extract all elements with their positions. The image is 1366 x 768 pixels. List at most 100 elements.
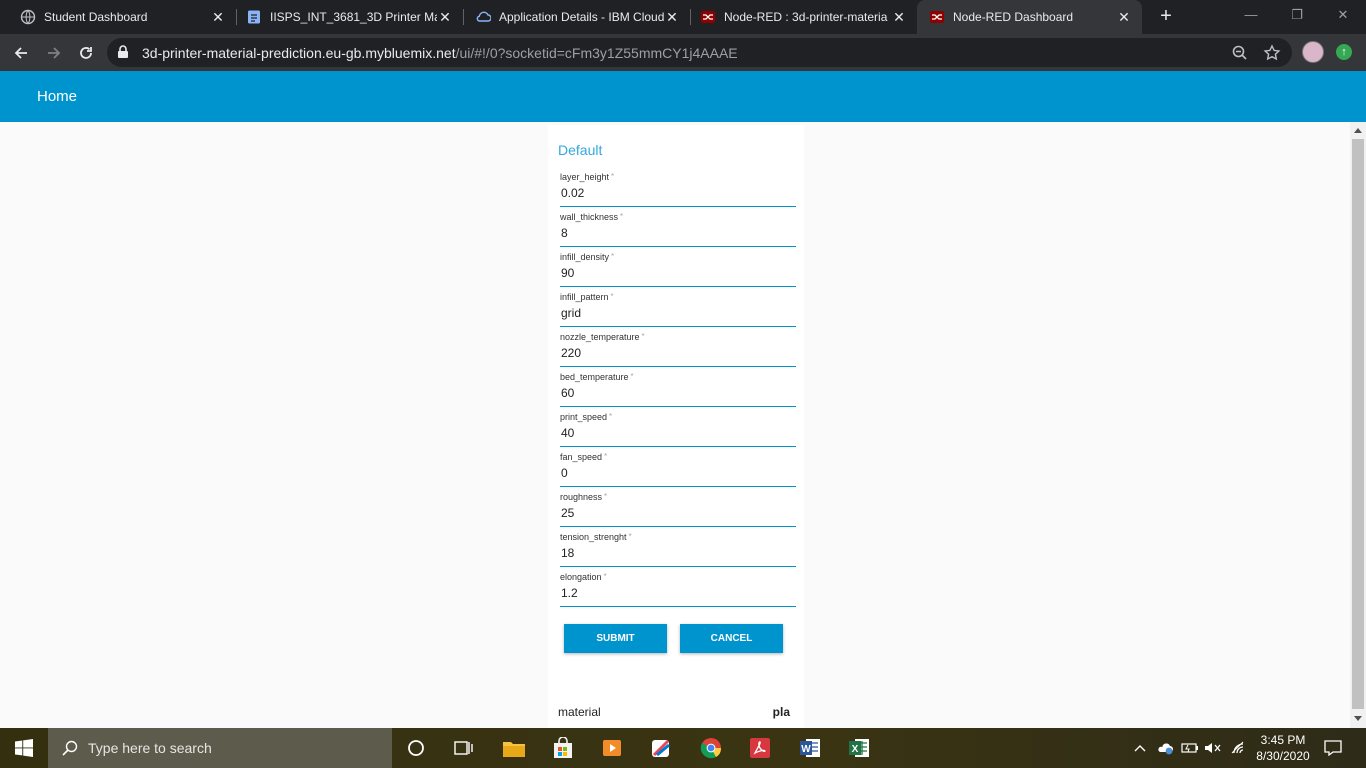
minimize-button[interactable]: — <box>1228 0 1274 34</box>
media-player-icon[interactable] <box>598 734 626 762</box>
acrobat-icon[interactable] <box>746 734 774 762</box>
chrome-icon[interactable] <box>697 734 725 762</box>
nozzle-temperature-input[interactable]: 220 <box>561 346 581 360</box>
elongation-input[interactable]: 1.2 <box>561 586 578 600</box>
tab-iisps[interactable]: IISPS_INT_3681_3D Printer Mat ✕ <box>236 0 463 34</box>
wifi-icon[interactable] <box>1230 728 1246 768</box>
svg-text:W: W <box>801 744 811 755</box>
back-button[interactable] <box>7 39 35 67</box>
clock-time: 3:45 PM <box>1260 733 1306 747</box>
infill-density-input[interactable]: 90 <box>561 266 574 280</box>
scroll-down-arrow-icon[interactable] <box>1354 716 1362 721</box>
new-tab-button[interactable]: + <box>1154 4 1178 28</box>
layer-height-input[interactable]: 0.02 <box>561 186 584 200</box>
restore-button[interactable]: ❐ <box>1274 0 1320 34</box>
fan-speed-input[interactable]: 0 <box>561 466 568 480</box>
close-tab-icon[interactable]: ✕ <box>664 9 680 26</box>
excel-icon[interactable]: X <box>845 734 873 762</box>
field-label: nozzle_temperature * <box>560 332 645 342</box>
taskbar-clock[interactable]: 3:45 PM 8/30/2020 <box>1248 732 1318 764</box>
field-label: infill_density * <box>560 252 615 262</box>
word-icon[interactable]: W <box>796 734 824 762</box>
windows-logo-icon <box>15 739 33 757</box>
output-label: material <box>558 705 601 719</box>
profile-avatar[interactable] <box>1302 41 1324 63</box>
document-icon <box>246 9 262 25</box>
tab-title: Application Details - IBM Cloud <box>499 10 664 24</box>
bookmark-star-icon[interactable] <box>1263 44 1281 62</box>
field-bed-temperature[interactable]: bed_temperature * 60 <box>560 367 796 407</box>
paint-3d-icon[interactable] <box>647 734 675 762</box>
bed-temperature-input[interactable]: 60 <box>561 386 574 400</box>
field-elongation[interactable]: elongation * 1.2 <box>560 567 796 607</box>
submit-button[interactable]: SUBMIT <box>564 624 667 653</box>
cortana-icon[interactable] <box>402 734 430 762</box>
svg-text:X: X <box>852 744 859 755</box>
cancel-button[interactable]: CANCEL <box>680 624 783 653</box>
tab-node-red-editor[interactable]: Node-RED : 3d-printer-materia ✕ <box>690 0 917 34</box>
url-path: /ui/#!/0?socketid=cFm3y1Z55mmCY1j4AAAE <box>455 45 738 61</box>
battery-icon[interactable] <box>1181 728 1199 768</box>
field-label: tension_strenght * <box>560 532 632 542</box>
roughness-input[interactable]: 25 <box>561 506 574 520</box>
output-value: pla <box>772 705 790 719</box>
reload-button[interactable] <box>72 39 100 67</box>
tab-student-dashboard[interactable]: Student Dashboard ✕ <box>0 0 236 34</box>
field-label: wall_thickness * <box>560 212 624 222</box>
tab-ibm-cloud[interactable]: Application Details - IBM Cloud ✕ <box>463 0 690 34</box>
clock-date: 8/30/2020 <box>1256 749 1310 763</box>
search-placeholder: Type here to search <box>88 740 212 756</box>
field-infill-pattern[interactable]: infill_pattern * grid <box>560 287 796 327</box>
show-hidden-icons-icon[interactable] <box>1134 728 1146 768</box>
close-tab-icon[interactable]: ✕ <box>891 9 907 26</box>
close-tab-icon[interactable]: ✕ <box>1116 9 1132 26</box>
field-label: elongation * <box>560 572 607 582</box>
onedrive-sync-icon[interactable] <box>1156 728 1174 768</box>
field-tension-strenght[interactable]: tension_strenght * 18 <box>560 527 796 567</box>
field-label: layer_height * <box>560 172 615 182</box>
globe-icon <box>20 9 36 25</box>
tab-node-red-dashboard[interactable]: Node-RED Dashboard ✕ <box>917 0 1142 34</box>
search-icon <box>62 740 78 756</box>
field-nozzle-temperature[interactable]: nozzle_temperature * 220 <box>560 327 796 367</box>
volume-muted-icon[interactable] <box>1204 728 1222 768</box>
lock-icon[interactable] <box>117 45 129 59</box>
field-label: infill_pattern * <box>560 292 614 302</box>
field-print-speed[interactable]: print_speed * 40 <box>560 407 796 447</box>
field-roughness[interactable]: roughness * 25 <box>560 487 796 527</box>
start-button[interactable] <box>0 728 48 768</box>
update-icon[interactable]: ↑ <box>1336 44 1352 60</box>
field-wall-thickness[interactable]: wall_thickness * 8 <box>560 207 796 247</box>
arrow-right-icon <box>48 47 61 59</box>
forward-button[interactable] <box>40 39 68 67</box>
field-fan-speed[interactable]: fan_speed * 0 <box>560 447 796 487</box>
infill-pattern-input[interactable]: grid <box>561 306 581 320</box>
scroll-up-arrow-icon[interactable] <box>1354 128 1362 133</box>
field-label: fan_speed * <box>560 452 608 462</box>
arrow-left-icon <box>14 47 27 59</box>
field-layer-height[interactable]: layer_height * 0.02 <box>560 167 796 207</box>
scrollbar-thumb[interactable] <box>1352 139 1364 709</box>
file-explorer-icon[interactable] <box>500 734 528 762</box>
print-speed-input[interactable]: 40 <box>561 426 574 440</box>
address-bar[interactable]: 3d-printer-material-prediction.eu-gb.myb… <box>107 38 1292 67</box>
task-view-icon[interactable] <box>450 734 478 762</box>
vertical-scrollbar[interactable] <box>1350 122 1366 728</box>
field-infill-density[interactable]: infill_density * 90 <box>560 247 796 287</box>
notifications-icon[interactable] <box>1324 728 1342 768</box>
page-title: Home <box>37 88 78 105</box>
taskbar-search[interactable]: Type here to search <box>48 728 392 768</box>
node-red-icon <box>929 9 945 25</box>
close-window-button[interactable]: ✕ <box>1320 0 1366 34</box>
close-tab-icon[interactable]: ✕ <box>210 9 226 26</box>
zoom-icon[interactable] <box>1231 44 1249 62</box>
store-icon[interactable] <box>549 734 577 762</box>
url-text: 3d-printer-material-prediction.eu-gb.myb… <box>142 45 738 61</box>
dashboard-header: Home <box>0 71 1366 122</box>
tension-strenght-input[interactable]: 18 <box>561 546 574 560</box>
close-tab-icon[interactable]: ✕ <box>437 9 453 26</box>
ibm-cloud-icon <box>475 9 491 25</box>
url-host: 3d-printer-material-prediction.eu-gb.myb… <box>142 45 456 61</box>
group-title: Default <box>558 142 603 158</box>
wall-thickness-input[interactable]: 8 <box>561 226 568 240</box>
